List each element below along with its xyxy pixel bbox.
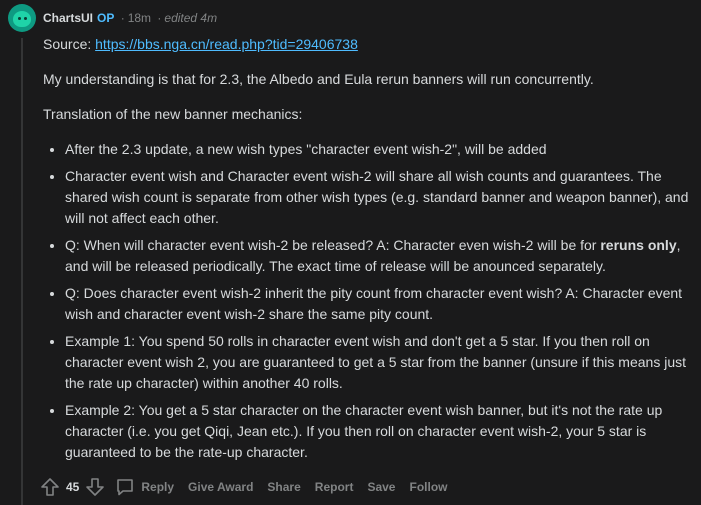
list-item: Character event wish and Character event… (65, 166, 693, 229)
save-button[interactable]: Save (367, 480, 395, 494)
comment-header: ChartsUI OP · 18m · edited 4m (43, 10, 217, 26)
avatar-face-icon (13, 11, 31, 27)
intro-paragraph: My understanding is that for 2.3, the Al… (43, 71, 594, 87)
reply-button[interactable]: Reply (115, 477, 174, 497)
separator: · (157, 11, 162, 25)
give-award-button[interactable]: Give Award (188, 480, 253, 494)
comment-body: Source: https://bbs.nga.cn/read.php?tid=… (43, 34, 693, 469)
follow-button[interactable]: Follow (409, 480, 447, 494)
downvote-icon[interactable] (85, 477, 105, 497)
share-button[interactable]: Share (267, 480, 300, 494)
comment: ChartsUI OP · 18m · edited 4m Source: https… (0, 0, 701, 505)
avatar-eye-icon (24, 17, 27, 20)
translation-heading: Translation of the new banner mechanics: (43, 106, 303, 122)
source-line: Source: https://bbs.nga.cn/read.php?tid=… (43, 34, 693, 55)
source-label: Source: (43, 36, 96, 52)
upvote-icon[interactable] (40, 477, 60, 497)
bold-text: reruns only (600, 237, 677, 253)
edited-label: edited 4m (164, 11, 218, 25)
action-bar: 45 Reply Give Award Share Report Save Fo… (40, 474, 447, 500)
list-item: Q: When will character event wish-2 be r… (65, 235, 693, 277)
separator: · (120, 11, 125, 25)
mechanics-list: After the 2.3 update, a new wish types "… (43, 139, 693, 463)
reply-label: Reply (141, 480, 175, 494)
chat-bubble-icon (117, 479, 134, 496)
list-item-text: Q: When will character event wish-2 be r… (65, 237, 601, 253)
avatar-eye-icon (18, 17, 21, 20)
timestamp[interactable]: 18m (128, 11, 151, 25)
op-badge: OP (97, 11, 115, 25)
thread-line[interactable] (21, 38, 23, 505)
source-link[interactable]: https://bbs.nga.cn/read.php?tid=29406738 (95, 36, 358, 52)
author-name[interactable]: ChartsUI (43, 11, 93, 25)
list-item: After the 2.3 update, a new wish types "… (65, 139, 693, 160)
list-item: Example 1: You spend 50 rolls in charact… (65, 331, 693, 394)
avatar[interactable] (8, 4, 36, 32)
list-item: Q: Does character event wish-2 inherit t… (65, 283, 693, 325)
list-item: Example 2: You get a 5 star character on… (65, 400, 693, 463)
vote-score: 45 (66, 480, 80, 494)
report-button[interactable]: Report (315, 480, 354, 494)
